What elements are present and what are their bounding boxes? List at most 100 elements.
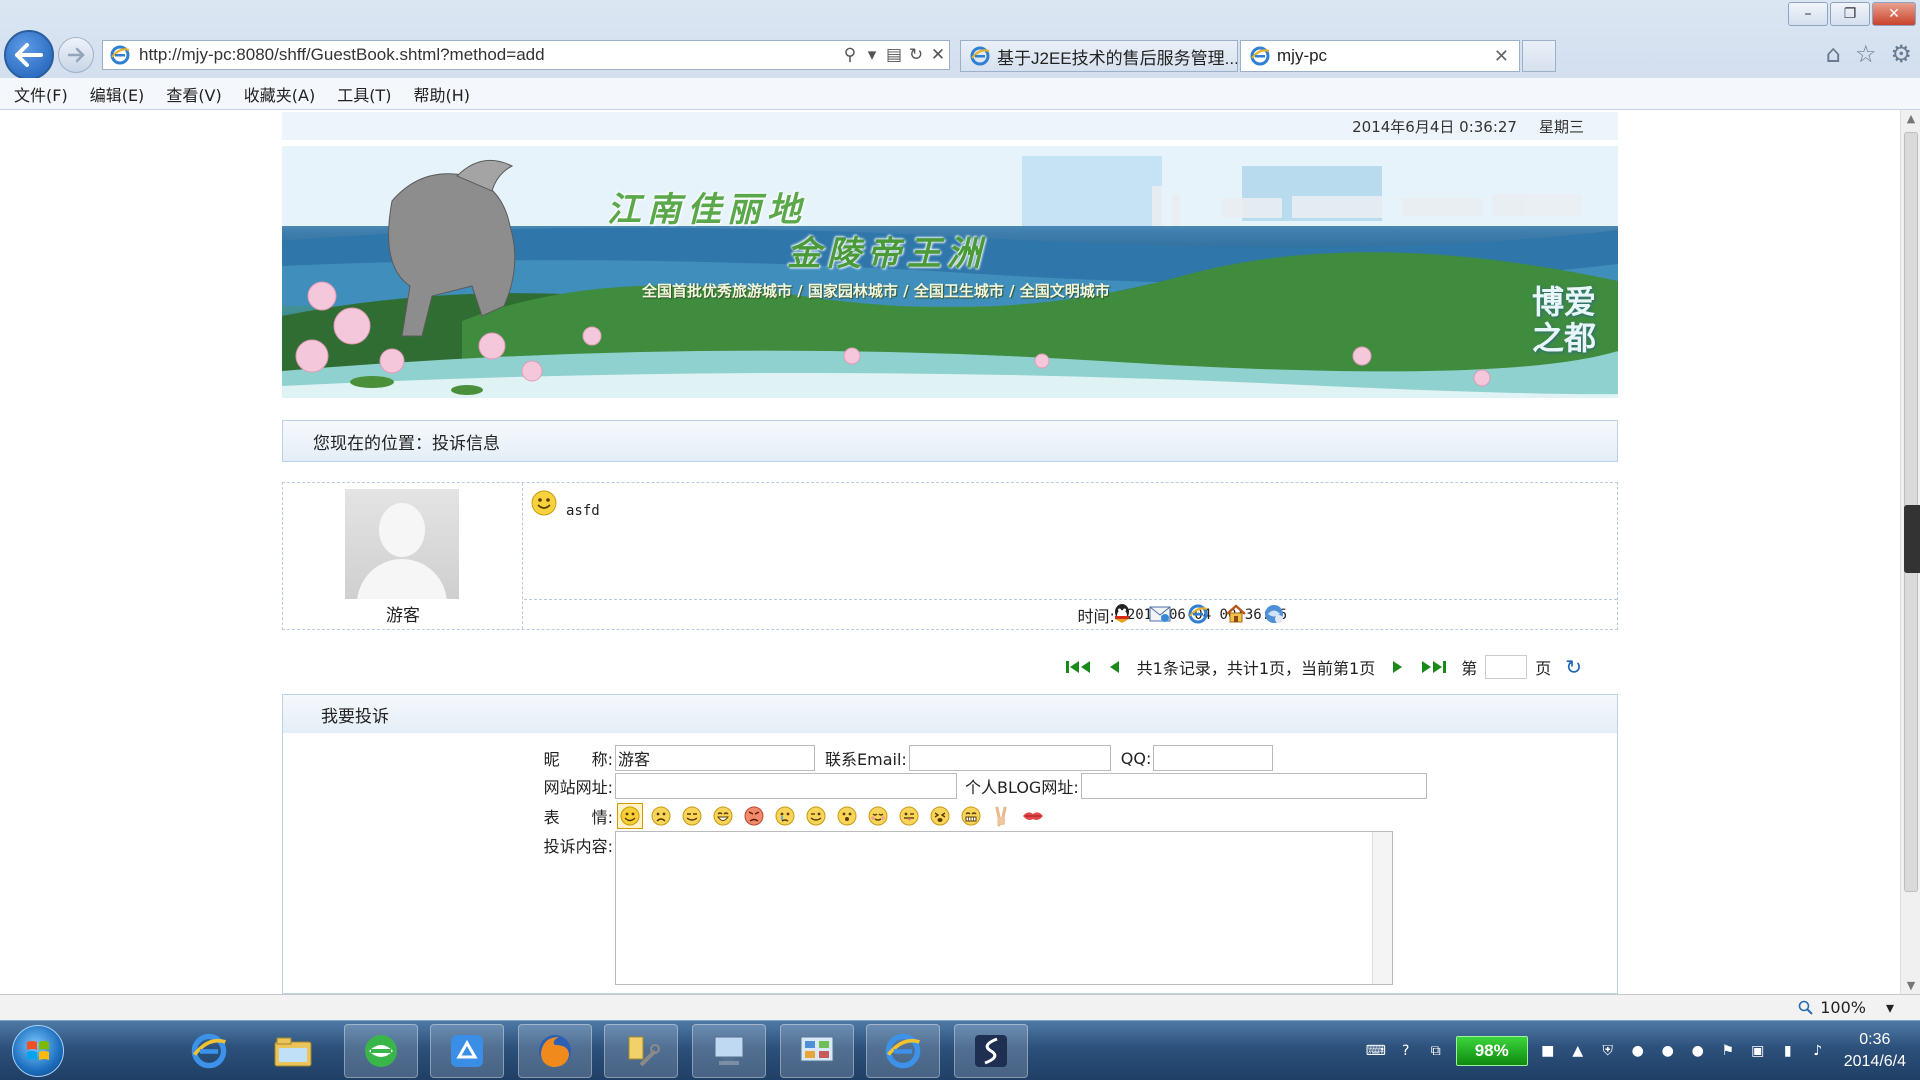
stop-icon[interactable]: ✕: [927, 45, 949, 65]
website-input[interactable]: [615, 773, 957, 799]
menu-help[interactable]: 帮助(H): [413, 82, 470, 106]
network-icon[interactable]: ▮: [1778, 1041, 1798, 1061]
restore-button[interactable]: ❐: [1830, 2, 1870, 26]
face-smile-icon[interactable]: [617, 803, 643, 829]
face-shock-icon[interactable]: [927, 803, 953, 829]
email-icon[interactable]: [1147, 601, 1173, 627]
zoom-dropdown-icon[interactable]: ▾: [1886, 998, 1894, 1017]
banner-badge-line2: 之都: [1531, 319, 1596, 357]
home-icon[interactable]: ⌂: [1826, 40, 1841, 68]
date-strip: 2014年6月4日 0:36:27 星期三: [282, 112, 1618, 140]
zoom-level[interactable]: 100%: [1820, 998, 1866, 1017]
qq-tray-icon-2[interactable]: ●: [1658, 1041, 1678, 1061]
face-angry-icon[interactable]: [741, 803, 767, 829]
qq-label: QQ:: [1120, 748, 1152, 768]
menu-edit[interactable]: 编辑(E): [90, 82, 145, 106]
taskbar-explorer[interactable]: [256, 1024, 330, 1078]
forward-button[interactable]: [58, 37, 94, 73]
help-icon[interactable]: ?: [1396, 1041, 1416, 1061]
show-hidden-icon[interactable]: ▲: [1568, 1041, 1588, 1061]
gear-icon[interactable]: ⚙: [1890, 40, 1912, 68]
face-laugh-icon[interactable]: [710, 803, 736, 829]
prev-page-icon[interactable]: [1107, 659, 1123, 675]
face-wink-icon[interactable]: [803, 803, 829, 829]
tab-close-icon[interactable]: ✕: [1494, 46, 1509, 67]
compat-view-icon[interactable]: ▤: [883, 45, 905, 65]
email-input[interactable]: [908, 745, 1111, 771]
qq-input[interactable]: [1153, 745, 1274, 771]
power-plug-icon[interactable]: ■: [1538, 1041, 1558, 1061]
refresh-icon[interactable]: ↻: [905, 45, 927, 65]
content-textarea[interactable]: [615, 831, 1393, 985]
close-window-button[interactable]: ✕: [1872, 2, 1916, 26]
blog-input[interactable]: [1080, 773, 1427, 799]
next-page-icon[interactable]: [1389, 659, 1405, 675]
taskbar-ie[interactable]: [172, 1024, 246, 1078]
page-number-input[interactable]: [1485, 655, 1528, 679]
face-grin-icon[interactable]: [679, 803, 705, 829]
battery-indicator[interactable]: 98%: [1455, 1036, 1528, 1066]
menu-tools[interactable]: 工具(T): [337, 82, 391, 106]
menu-view[interactable]: 查看(V): [166, 82, 221, 106]
clock-time: 0:36: [1859, 1031, 1891, 1048]
qq-tray-icon[interactable]: ●: [1628, 1041, 1648, 1061]
face-shy-icon[interactable]: [865, 803, 891, 829]
address-bar[interactable]: http://mjy-pc:8080/shff/GuestBook.shtml?…: [102, 40, 950, 70]
qq-tray-icon-3[interactable]: ●: [1688, 1041, 1708, 1061]
face-victory-icon[interactable]: [989, 803, 1015, 829]
dropdown-arrow-icon[interactable]: ▾: [861, 45, 883, 65]
taskbar-sync-app[interactable]: [430, 1024, 504, 1078]
face-cool-icon[interactable]: [834, 803, 860, 829]
banner-badge: 博爱 之都: [1532, 284, 1596, 356]
side-panel-handle[interactable]: [1904, 505, 1920, 573]
system-tray: ⌨ ? ⧉ 98% ■ ▲ ⛨ ● ● ● ⚑ ▣ ▮ ♪ 0:36 2014/…: [1366, 1021, 1920, 1080]
face-kiss-icon[interactable]: [1020, 803, 1046, 829]
content-label: 投诉内容:: [543, 837, 613, 856]
tab-j2ee-system[interactable]: 基于J2EE技术的售后服务管理...: [960, 40, 1238, 72]
reply-icon[interactable]: [1261, 601, 1287, 627]
scroll-up-icon[interactable]: ▲: [1901, 112, 1920, 125]
textarea-scrollbar[interactable]: [1372, 832, 1392, 984]
taskbar-360-browser[interactable]: [344, 1024, 418, 1078]
qq-icon[interactable]: [1109, 601, 1135, 627]
clock[interactable]: 0:36 2014/6/4: [1844, 1029, 1906, 1073]
flag-icon[interactable]: ⚑: [1718, 1041, 1738, 1061]
taskbar-control-panel[interactable]: [780, 1024, 854, 1078]
row-content: 投诉内容:: [533, 831, 1393, 985]
minimize-button[interactable]: –: [1788, 2, 1828, 26]
keyboard-icon[interactable]: ⌨: [1366, 1041, 1386, 1061]
back-button[interactable]: [4, 30, 54, 80]
tab-mjy-pc[interactable]: mjy-pc ✕: [1240, 40, 1520, 72]
clipboard-icon[interactable]: ▣: [1748, 1041, 1768, 1061]
taskbar-firefox[interactable]: [518, 1024, 592, 1078]
menu-file[interactable]: 文件(F): [14, 82, 68, 106]
menu-favorites[interactable]: 收藏夹(A): [244, 82, 315, 106]
start-button[interactable]: [12, 1025, 64, 1077]
taskbar-tools[interactable]: [604, 1024, 678, 1078]
new-tab-button[interactable]: [1522, 40, 1556, 72]
restore-icon[interactable]: ⧉: [1426, 1041, 1446, 1061]
address-url[interactable]: http://mjy-pc:8080/shff/GuestBook.shtml?…: [139, 45, 839, 65]
face-sad-icon[interactable]: [648, 803, 674, 829]
taskbar-computer[interactable]: [692, 1024, 766, 1078]
scroll-down-icon[interactable]: ▼: [1901, 979, 1920, 992]
volume-muted-icon[interactable]: ♪: [1808, 1041, 1828, 1061]
face-tongue-icon[interactable]: [896, 803, 922, 829]
taskbar-ie-active[interactable]: [866, 1024, 940, 1078]
search-icon[interactable]: ⚲: [839, 45, 861, 65]
message-body-panel: asfd 时间: 2014-06-04 00:36:26: [524, 483, 1617, 629]
face-cry-icon[interactable]: [772, 803, 798, 829]
ie-homepage-icon[interactable]: [1185, 601, 1211, 627]
security-shield-icon[interactable]: ⛨: [1598, 1041, 1618, 1061]
goto-prefix: 第: [1461, 659, 1478, 678]
favorites-star-icon[interactable]: ☆: [1855, 40, 1877, 68]
pager-summary: 共1条记录，共计1页，当前第1页: [1136, 659, 1376, 678]
banner-title-line1: 江南佳丽地: [607, 190, 807, 230]
face-teeth-icon[interactable]: [958, 803, 984, 829]
first-page-icon[interactable]: [1065, 659, 1093, 675]
nickname-input[interactable]: 游客: [615, 745, 815, 771]
go-page-icon[interactable]: ↻: [1565, 655, 1582, 679]
taskbar-design-app[interactable]: [954, 1024, 1028, 1078]
home-icon[interactable]: [1223, 601, 1249, 627]
last-page-icon[interactable]: [1419, 659, 1447, 675]
